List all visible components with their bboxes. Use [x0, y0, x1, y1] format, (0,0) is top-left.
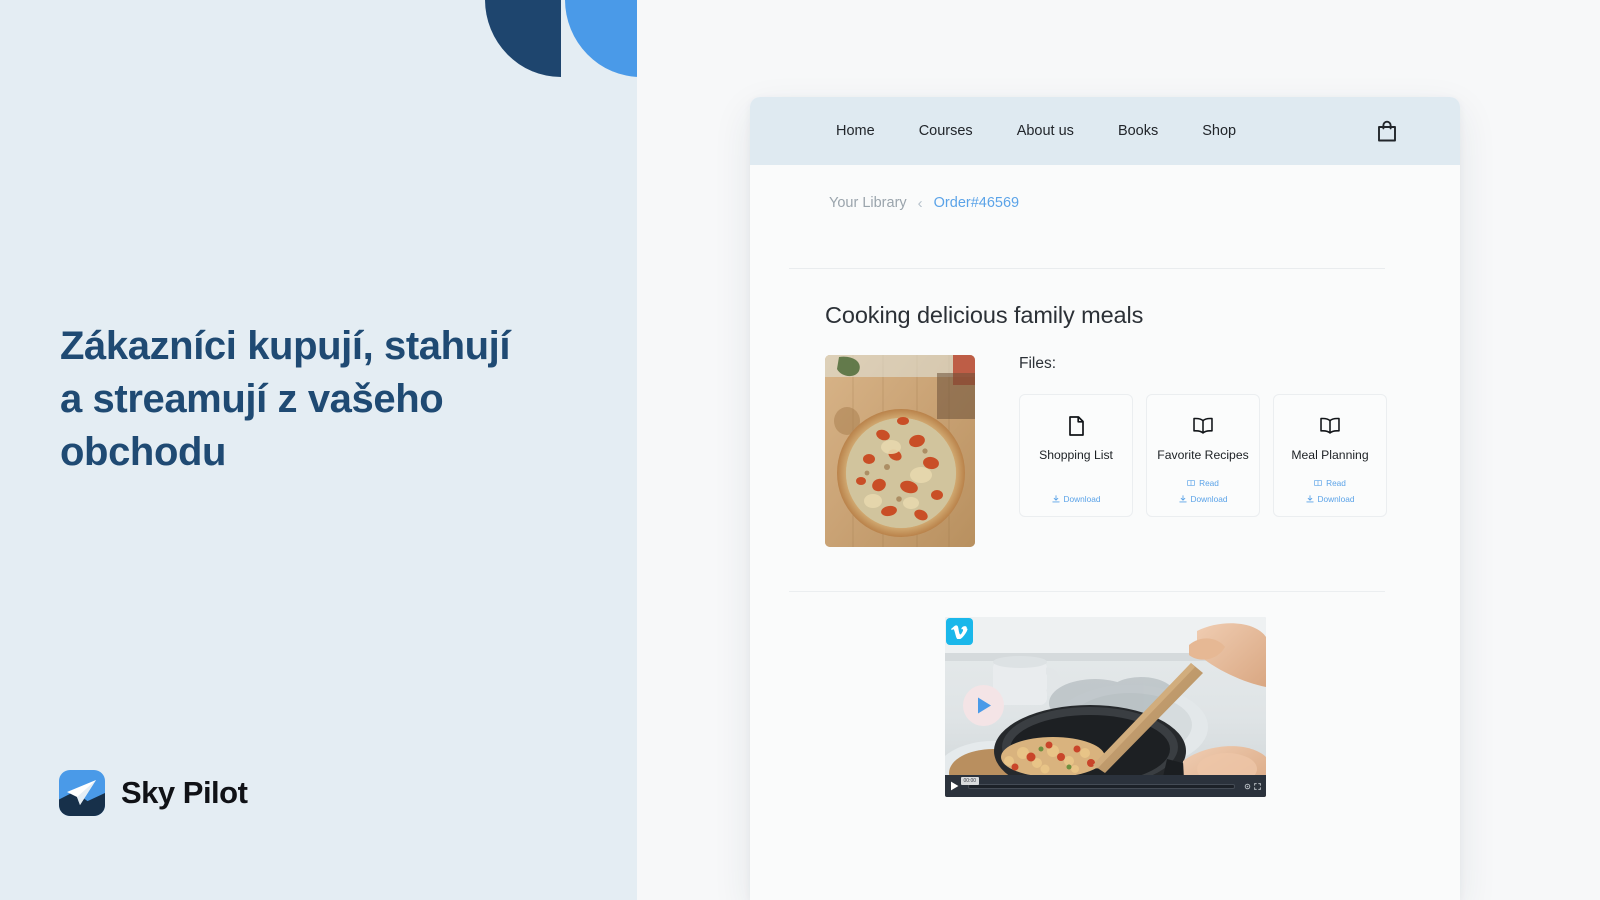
- product-thumbnail[interactable]: [825, 355, 975, 547]
- chevron-left-icon: ‹: [917, 194, 923, 212]
- document-icon: [1069, 416, 1084, 436]
- breadcrumb: Your Library ‹ Order#46569: [750, 165, 1460, 211]
- book-icon: [1187, 480, 1195, 486]
- hero-panel: Zákazníci kupují, stahují a streamují z …: [0, 0, 637, 900]
- download-icon: [1178, 495, 1187, 503]
- file-card-meal-planning[interactable]: Meal Planning Read Download: [1273, 394, 1387, 517]
- nav-item-books[interactable]: Books: [1096, 123, 1180, 139]
- brand-name: Sky Pilot: [121, 775, 248, 810]
- book-icon: [1314, 480, 1322, 486]
- file-card-shopping-list[interactable]: Shopping List Download: [1019, 394, 1133, 517]
- control-play-icon[interactable]: [950, 781, 959, 791]
- video-controls: 00:00: [944, 775, 1266, 797]
- sky-pilot-logo-icon: [59, 770, 105, 816]
- play-triangle-icon: [978, 697, 991, 714]
- paper-plane-icon: [67, 780, 96, 805]
- nav-item-courses[interactable]: Courses: [897, 123, 995, 139]
- download-link[interactable]: Download: [1178, 494, 1228, 504]
- file-name: Meal Planning: [1291, 448, 1369, 462]
- shopping-bag-icon[interactable]: [1376, 119, 1398, 143]
- download-label: Download: [1063, 494, 1101, 504]
- decorative-circles: [485, 0, 637, 232]
- read-link[interactable]: Read: [1187, 478, 1219, 488]
- product-row: Files: Shopping List Download Favorite R…: [825, 355, 1460, 547]
- settings-gear-icon[interactable]: [1244, 783, 1251, 790]
- pizza-on-cutting-board-image: [825, 355, 975, 547]
- page-body: Your Library ‹ Order#46569 Cooking delic…: [750, 165, 1460, 900]
- light-half-circle-icon: [565, 0, 637, 77]
- nav-links: Home Courses About us Books Shop: [836, 123, 1258, 139]
- files-section: Files: Shopping List Download Favorite R…: [1019, 355, 1460, 517]
- open-book-icon: [1193, 417, 1213, 434]
- breadcrumb-parent[interactable]: Your Library: [829, 195, 907, 211]
- breadcrumb-current[interactable]: Order#46569: [934, 195, 1019, 211]
- video-progress-bar[interactable]: [967, 783, 1235, 789]
- video-player[interactable]: 00:00: [944, 617, 1266, 797]
- read-link[interactable]: Read: [1314, 478, 1346, 488]
- file-actions: Read Download: [1305, 478, 1355, 504]
- play-button[interactable]: [962, 685, 1004, 726]
- read-label: Read: [1199, 478, 1219, 488]
- storefront-window: Home Courses About us Books Shop Your Li…: [750, 97, 1460, 900]
- file-actions: Download: [1051, 494, 1101, 504]
- download-label: Download: [1317, 494, 1355, 504]
- file-name: Favorite Recipes: [1157, 448, 1249, 462]
- video-timecode: 00:00: [960, 777, 980, 785]
- files-label: Files:: [1019, 355, 1057, 372]
- file-card-list: Shopping List Download Favorite Recipes …: [1019, 394, 1460, 517]
- read-label: Read: [1326, 478, 1346, 488]
- fullscreen-icon[interactable]: [1253, 782, 1261, 790]
- file-name: Shopping List: [1039, 448, 1113, 462]
- divider-top: [789, 268, 1385, 269]
- product-title: Cooking delicious family meals: [825, 302, 1144, 328]
- site-navbar: Home Courses About us Books Shop: [750, 97, 1460, 165]
- nav-item-home[interactable]: Home: [836, 123, 897, 139]
- download-link[interactable]: Download: [1305, 494, 1355, 504]
- brand-logo: Sky Pilot: [59, 770, 248, 816]
- page-root: Zákazníci kupují, stahují a streamují z …: [0, 0, 1600, 900]
- vimeo-logo-icon[interactable]: [945, 618, 973, 645]
- file-card-favorite-recipes[interactable]: Favorite Recipes Read Download: [1146, 394, 1260, 517]
- page-title: Zákazníci kupují, stahují a streamují z …: [60, 324, 511, 475]
- download-icon: [1051, 495, 1060, 503]
- download-label: Download: [1190, 494, 1228, 504]
- file-actions: Read Download: [1178, 478, 1228, 504]
- dark-half-circle-icon: [485, 0, 561, 77]
- open-book-icon: [1320, 417, 1340, 434]
- nav-item-about-us[interactable]: About us: [995, 123, 1096, 139]
- divider-bottom: [789, 591, 1385, 592]
- download-link[interactable]: Download: [1051, 494, 1101, 504]
- control-icon-group: [1244, 782, 1261, 790]
- nav-item-shop[interactable]: Shop: [1180, 123, 1258, 139]
- vimeo-v-glyph-icon: [950, 624, 968, 639]
- download-icon: [1305, 495, 1314, 503]
